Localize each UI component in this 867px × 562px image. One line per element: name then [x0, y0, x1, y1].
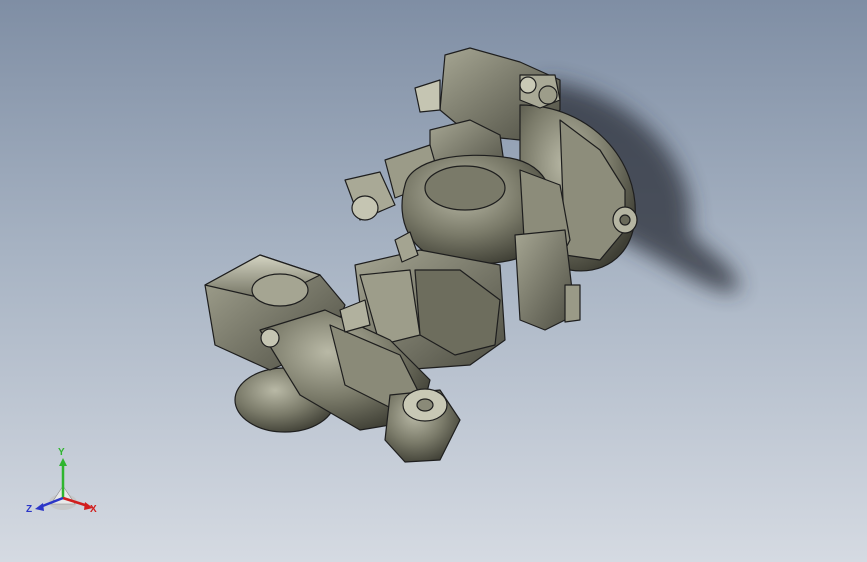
- y-axis-label: Y: [58, 447, 65, 458]
- x-axis-label: X: [90, 504, 97, 515]
- z-axis-label: Z: [26, 504, 33, 515]
- 3d-model-view[interactable]: [0, 0, 867, 562]
- coordinate-triad: Y Z X: [24, 448, 104, 520]
- graphics-viewport[interactable]: Y Z X: [0, 0, 867, 562]
